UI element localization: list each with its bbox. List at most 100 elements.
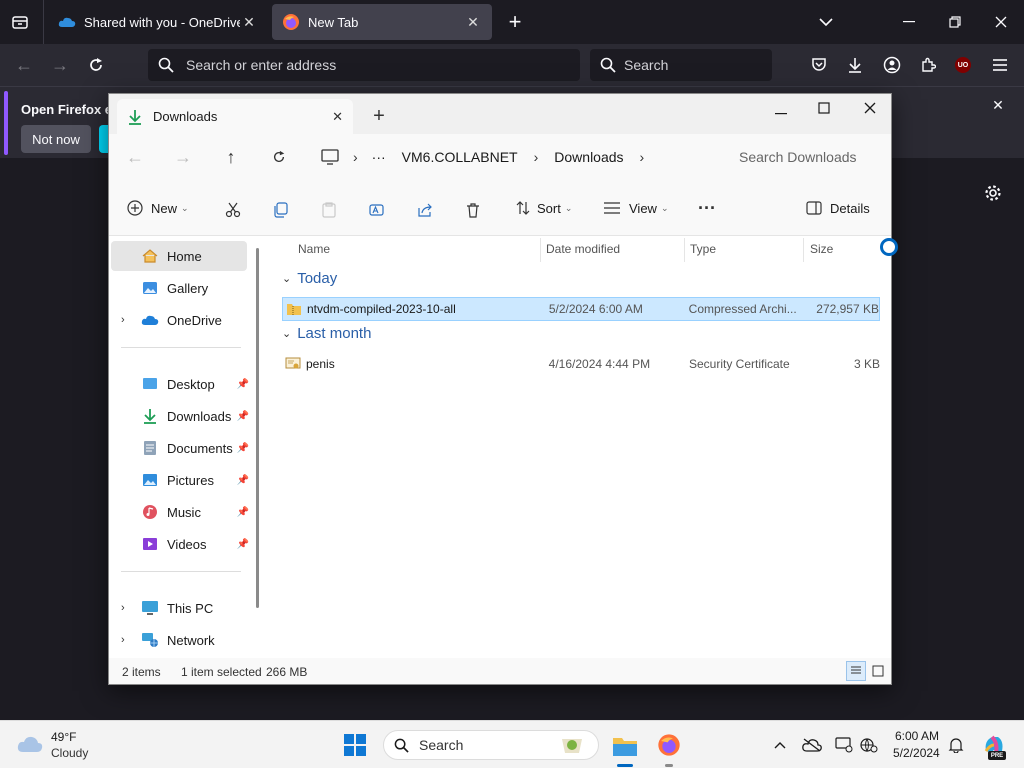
address-breadcrumb[interactable]: › ··· VM6.COLLABNET › Downloads › xyxy=(313,140,717,174)
file-row-ntvdm[interactable]: ntvdm-compiled-2023-10-all 5/2/2024 6:00… xyxy=(282,297,880,321)
nav-scrollbar[interactable] xyxy=(256,248,259,608)
nav-divider xyxy=(121,571,241,572)
column-header-date[interactable]: Date modified xyxy=(546,242,620,260)
back-icon[interactable]: ← xyxy=(121,143,149,171)
extensions-icon[interactable] xyxy=(913,50,943,80)
pocket-icon[interactable] xyxy=(804,50,834,80)
nav-item-network[interactable]: › Network xyxy=(111,625,247,655)
breadcrumb-more[interactable]: ··· xyxy=(372,149,386,165)
nav-item-pictures[interactable]: Pictures 📌 xyxy=(111,465,249,495)
list-all-tabs-icon[interactable] xyxy=(8,10,32,34)
nav-item-downloads[interactable]: Downloads 📌 xyxy=(111,401,249,431)
details-button[interactable]: Details xyxy=(806,192,870,224)
settings-gear-icon[interactable] xyxy=(982,182,1004,204)
chevron-right-icon[interactable]: › xyxy=(640,149,645,165)
copy-icon[interactable] xyxy=(271,200,291,220)
back-icon[interactable]: ← xyxy=(9,50,39,80)
breadcrumb-item-vm6[interactable]: VM6.COLLABNET xyxy=(402,149,518,165)
taskbar-search[interactable]: Search xyxy=(383,730,599,760)
file-explorer-taskbar-icon[interactable] xyxy=(610,729,640,763)
close-tab-icon[interactable]: ✕ xyxy=(240,13,258,31)
up-arrow-icon[interactable]: ↑ xyxy=(217,143,245,171)
restore-icon[interactable] xyxy=(943,10,967,34)
explorer-tab-downloads[interactable]: Downloads ✕ xyxy=(117,99,353,134)
chevron-right-icon[interactable]: › xyxy=(121,602,125,614)
onedrive-cloud-icon xyxy=(141,311,159,329)
nav-item-desktop[interactable]: Desktop 📌 xyxy=(111,369,249,399)
account-icon[interactable] xyxy=(877,50,907,80)
tiles-view-icon[interactable] xyxy=(868,661,888,681)
network-status-icon[interactable] xyxy=(858,735,880,755)
chevron-down-icon[interactable] xyxy=(814,10,838,34)
ublock-origin-icon[interactable]: UO xyxy=(955,57,971,73)
group-header-today[interactable]: ⌄ Today xyxy=(282,270,337,287)
sort-button[interactable]: Sort ⌄ xyxy=(515,192,572,224)
close-window-icon[interactable] xyxy=(858,96,882,120)
details-view-icon[interactable] xyxy=(846,661,866,681)
column-divider[interactable] xyxy=(803,238,804,262)
windows-start-icon[interactable] xyxy=(343,733,367,757)
nav-item-videos[interactable]: Videos 📌 xyxy=(111,529,249,559)
nav-item-music[interactable]: Music 📌 xyxy=(111,497,249,527)
cut-icon[interactable] xyxy=(223,200,243,220)
column-header-type[interactable]: Type xyxy=(690,242,716,260)
address-bar[interactable]: Search or enter address xyxy=(148,49,580,81)
rename-icon[interactable] xyxy=(367,200,387,220)
new-tab-plus-icon[interactable]: + xyxy=(369,105,389,127)
column-header-name[interactable]: Name xyxy=(298,242,330,260)
breadcrumb-item-downloads[interactable]: Downloads xyxy=(554,149,623,165)
forward-icon[interactable]: → xyxy=(169,143,197,171)
not-now-button[interactable]: Not now xyxy=(21,125,91,153)
column-divider[interactable] xyxy=(684,238,685,262)
minimize-icon[interactable] xyxy=(897,10,921,34)
new-button[interactable]: New ⌄ xyxy=(127,192,189,224)
delete-icon[interactable] xyxy=(463,200,483,220)
pin-icon: 📌 xyxy=(236,378,249,390)
hamburger-menu-icon[interactable] xyxy=(985,50,1015,80)
close-tab-icon[interactable]: ✕ xyxy=(332,109,343,125)
nav-item-gallery[interactable]: Gallery xyxy=(111,273,247,303)
nav-item-documents[interactable]: Documents 📌 xyxy=(111,433,249,463)
reload-icon[interactable] xyxy=(81,50,111,80)
notification-bell-icon[interactable] xyxy=(946,735,966,755)
clock-date[interactable]: 5/2/2024 xyxy=(893,746,940,760)
nav-item-home[interactable]: Home xyxy=(111,241,247,271)
nav-item-this-pc[interactable]: › This PC xyxy=(111,593,247,623)
paste-icon[interactable] xyxy=(319,200,339,220)
chevron-right-icon[interactable]: › xyxy=(534,149,539,165)
search-downloads-field[interactable]: Search Downloads xyxy=(725,140,885,174)
chevron-right-icon[interactable]: › xyxy=(121,314,125,326)
downloads-icon[interactable] xyxy=(840,50,870,80)
nav-item-onedrive[interactable]: › OneDrive xyxy=(111,305,247,335)
column-divider[interactable] xyxy=(540,238,541,262)
address-placeholder: Search or enter address xyxy=(186,57,337,73)
onedrive-status-icon[interactable] xyxy=(801,735,823,755)
chevron-right-icon[interactable]: › xyxy=(121,634,125,646)
column-header-size[interactable]: Size xyxy=(810,242,833,260)
firefox-taskbar-icon[interactable] xyxy=(655,731,683,759)
maximize-icon[interactable] xyxy=(812,96,836,120)
chevron-right-icon[interactable]: › xyxy=(353,149,358,165)
close-notice-icon[interactable]: ✕ xyxy=(988,95,1008,115)
chevron-up-icon[interactable] xyxy=(770,735,790,755)
minimize-icon[interactable] xyxy=(769,102,793,126)
group-header-last-month[interactable]: ⌄ Last month xyxy=(282,325,371,342)
display-icon[interactable] xyxy=(833,735,855,755)
view-button[interactable]: View ⌄ xyxy=(603,192,669,224)
clock-time[interactable]: 6:00 AM xyxy=(895,729,939,743)
refresh-icon[interactable] xyxy=(265,143,293,171)
desktop-icon xyxy=(141,375,159,393)
file-row-penis[interactable]: penis 4/16/2024 4:44 PM Security Certifi… xyxy=(282,352,880,376)
tab-onedrive[interactable]: Shared with you - OneDrive ✕ xyxy=(48,4,268,40)
forward-icon[interactable]: → xyxy=(45,50,75,80)
close-window-icon[interactable] xyxy=(989,10,1013,34)
more-options-icon[interactable]: ··· xyxy=(695,196,719,220)
download-arrow-icon xyxy=(127,109,143,125)
search-bar[interactable]: Search xyxy=(590,49,772,81)
close-tab-icon[interactable]: ✕ xyxy=(464,13,482,31)
weather-widget[interactable]: 49°F Cloudy xyxy=(16,729,116,761)
nav-item-label: Home xyxy=(167,248,202,264)
share-icon[interactable] xyxy=(415,200,435,220)
tab-new-tab[interactable]: New Tab ✕ xyxy=(272,4,492,40)
new-tab-plus-icon[interactable]: + xyxy=(503,9,527,34)
